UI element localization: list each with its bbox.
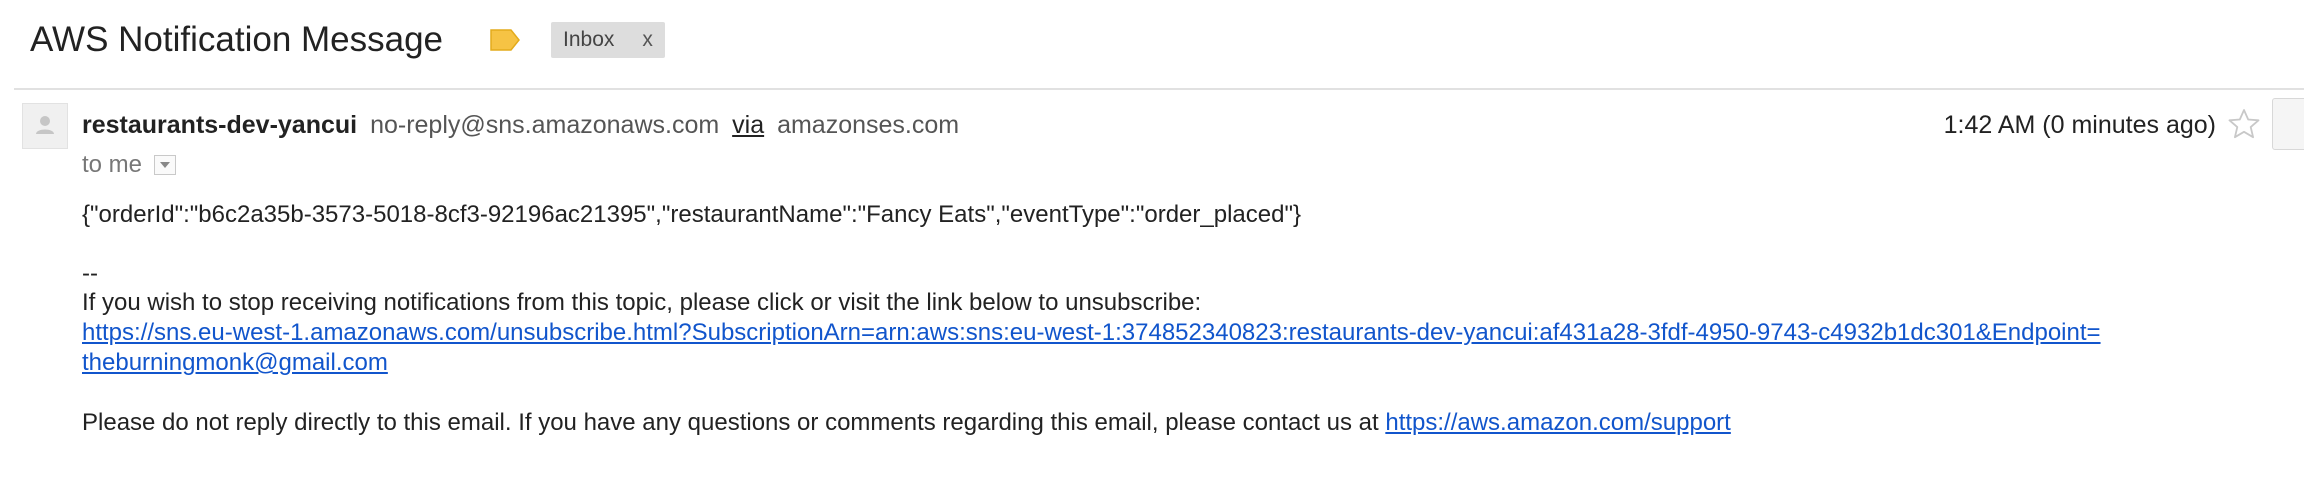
header-divider xyxy=(14,88,2304,90)
star-outline-icon[interactable] xyxy=(2226,106,2262,142)
subject-row: AWS Notification Message Inbox x xyxy=(30,16,665,64)
footer-text: Please do not reply directly to this ema… xyxy=(82,409,1386,436)
default-person-icon xyxy=(22,103,68,149)
unsubscribe-link-endpoint[interactable]: theburningmonk@gmail.com xyxy=(82,349,388,376)
footer-line: Please do not reply directly to this ema… xyxy=(82,408,2264,438)
inbox-label-chip: Inbox x xyxy=(551,22,665,58)
sender-email: no-reply@sns.amazonaws.com xyxy=(370,111,720,139)
sender-line: restaurants-dev-yancui no-reply@sns.amaz… xyxy=(82,108,959,142)
support-link[interactable]: https://aws.amazon.com/support xyxy=(1385,409,1731,436)
email-view: AWS Notification Message Inbox x restaur… xyxy=(0,0,2304,488)
sender-name[interactable]: restaurants-dev-yancui xyxy=(82,111,357,139)
via-link[interactable]: via xyxy=(732,111,764,139)
recipient-line: to me xyxy=(82,148,177,182)
recipient-text: to me xyxy=(82,151,143,178)
via-domain: amazonses.com xyxy=(777,111,960,139)
json-payload: {"orderId":"b6c2a35b-3573-5018-8cf3-9219… xyxy=(82,201,1301,228)
unsubscribe-link[interactable]: https://sns.eu-west-1.amazonaws.com/unsu… xyxy=(82,319,2101,346)
remove-label-button[interactable]: x xyxy=(642,28,653,52)
label-tag-icon[interactable] xyxy=(489,28,521,52)
inbox-label-text: Inbox xyxy=(563,28,615,51)
message-timestamp[interactable]: 1:42 AM (0 minutes ago) xyxy=(1944,108,2216,142)
email-subject: AWS Notification Message xyxy=(30,20,444,59)
chevron-down-icon[interactable] xyxy=(154,155,177,175)
email-body: {"orderId":"b6c2a35b-3573-5018-8cf3-9219… xyxy=(82,200,2264,438)
reply-button[interactable] xyxy=(2272,98,2304,150)
signature-separator: -- xyxy=(82,260,98,287)
unsubscribe-text: If you wish to stop receiving notificati… xyxy=(82,289,1202,316)
